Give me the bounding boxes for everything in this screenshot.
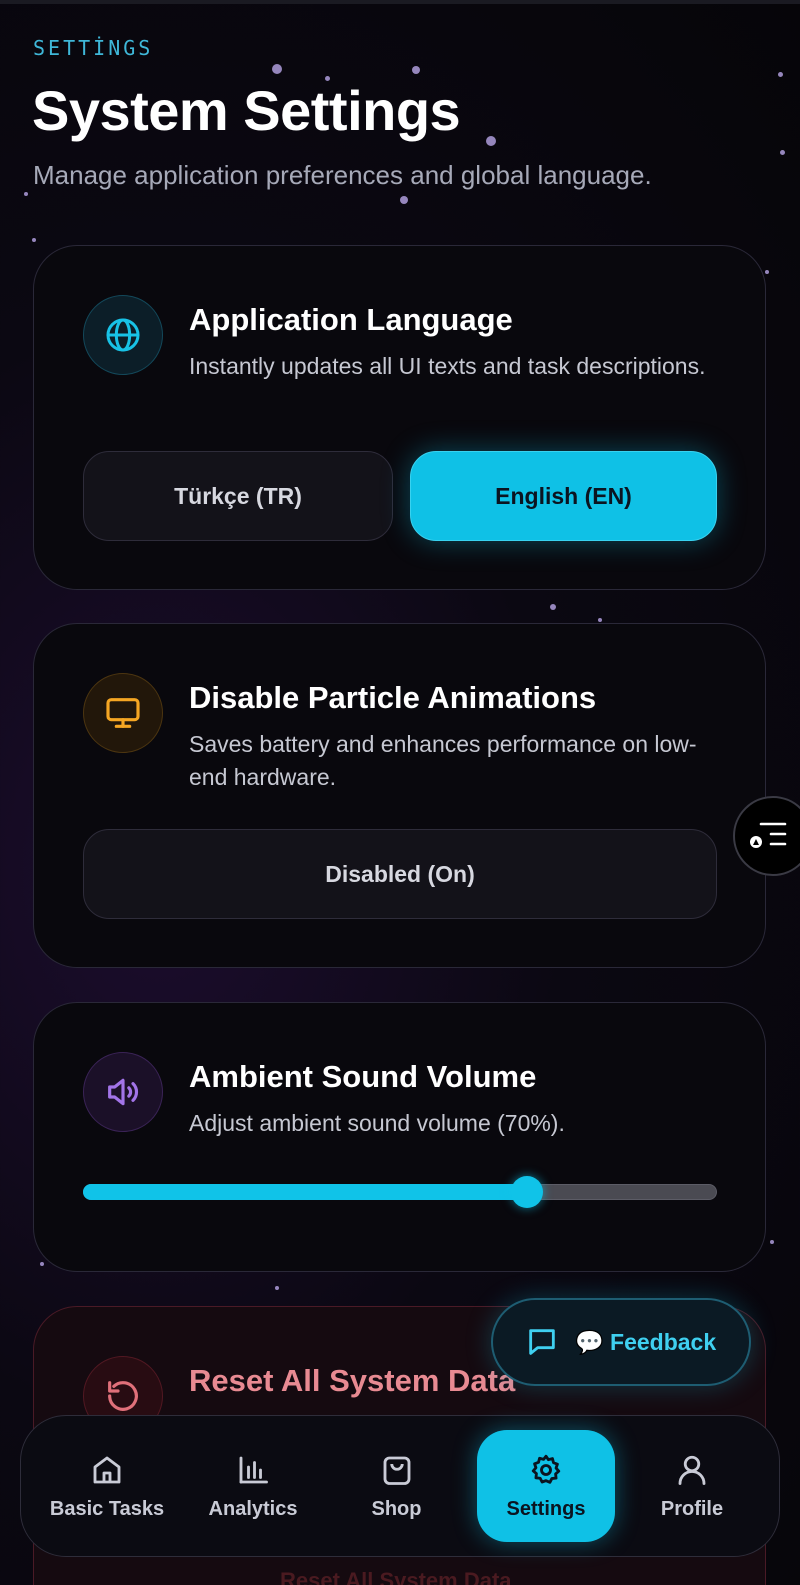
language-card-title: Application Language bbox=[189, 302, 513, 337]
sound-card-title: Ambient Sound Volume bbox=[189, 1059, 537, 1094]
shopping-bag-icon bbox=[383, 1456, 410, 1485]
language-option-turkish-button[interactable]: Türkçe (TR) bbox=[83, 451, 393, 541]
gear-icon bbox=[531, 1454, 561, 1484]
particle bbox=[412, 66, 420, 74]
particle bbox=[40, 1262, 44, 1266]
language-option-english-button[interactable]: English (EN) bbox=[410, 451, 717, 541]
particle bbox=[765, 270, 769, 274]
feedback-label: 💬 Feedback bbox=[575, 1328, 717, 1355]
filter-list-icon bbox=[750, 822, 787, 848]
globe-icon bbox=[106, 318, 140, 352]
monitor-icon bbox=[106, 698, 140, 728]
particles-card-title: Disable Particle Animations bbox=[189, 680, 597, 715]
nav-item-basic-tasks[interactable]: Basic Tasks bbox=[41, 1430, 173, 1542]
particles-toggle-label: Disabled (On) bbox=[325, 860, 475, 887]
particle bbox=[778, 72, 783, 77]
reset-button-label[interactable]: Reset All System Data bbox=[280, 1568, 512, 1585]
page-title: System Settings bbox=[32, 79, 461, 142]
nav-item-label: Analytics bbox=[208, 1497, 298, 1520]
nav-item-profile[interactable]: Profile bbox=[637, 1430, 747, 1542]
user-icon bbox=[678, 1455, 706, 1485]
bottom-nav: Basic Tasks Analytics Shop Settings Prof… bbox=[20, 1415, 780, 1557]
nav-item-label: Basic Tasks bbox=[49, 1497, 165, 1520]
nav-item-label: Settings bbox=[506, 1497, 586, 1520]
volume-slider-fill bbox=[83, 1184, 527, 1200]
language-card-description: Instantly updates all UI texts and task … bbox=[189, 353, 706, 379]
nav-item-label: Profile bbox=[660, 1497, 724, 1520]
home-icon bbox=[93, 1456, 121, 1483]
particle bbox=[275, 1286, 279, 1290]
globe-icon-badge bbox=[83, 295, 163, 375]
bar-chart-icon bbox=[239, 1456, 268, 1483]
particle bbox=[24, 192, 28, 196]
nav-item-analytics[interactable]: Analytics bbox=[193, 1430, 313, 1542]
sound-card: Ambient Sound Volume Adjust ambient soun… bbox=[33, 1002, 766, 1272]
particle bbox=[550, 604, 556, 610]
volume-slider[interactable] bbox=[83, 1176, 717, 1208]
particle bbox=[272, 64, 282, 74]
nav-item-settings[interactable]: Settings bbox=[477, 1430, 615, 1542]
particle bbox=[486, 136, 496, 146]
page-subtitle: Manage application preferences and globa… bbox=[33, 160, 652, 190]
particles-card: Disable Particle Animations Saves batter… bbox=[33, 623, 766, 968]
particles-card-description: Saves battery and enhances performance o… bbox=[189, 731, 697, 790]
nav-item-shop[interactable]: Shop bbox=[339, 1430, 454, 1542]
particle bbox=[770, 1240, 774, 1244]
language-option-label: English (EN) bbox=[495, 482, 632, 509]
reset-card-title: Reset All System Data bbox=[189, 1363, 516, 1398]
particles-toggle-button[interactable]: Disabled (On) bbox=[83, 829, 717, 919]
feedback-button[interactable]: 💬 Feedback bbox=[491, 1298, 751, 1386]
particle bbox=[780, 150, 785, 155]
speaker-icon bbox=[108, 1078, 139, 1106]
speaker-icon-badge bbox=[83, 1052, 163, 1132]
section-eyebrow: SETTİNGS bbox=[33, 36, 154, 60]
volume-slider-thumb[interactable] bbox=[510, 1176, 543, 1208]
language-card: Application Language Instantly updates a… bbox=[33, 245, 766, 590]
particle bbox=[598, 618, 602, 622]
chat-bubble-icon bbox=[529, 1329, 555, 1355]
language-option-label: Türkçe (TR) bbox=[174, 482, 302, 509]
reset-icon bbox=[108, 1381, 138, 1411]
monitor-icon-badge bbox=[83, 673, 163, 753]
particle bbox=[400, 196, 408, 204]
particle bbox=[32, 238, 36, 242]
nav-item-label: Shop bbox=[371, 1497, 422, 1520]
sound-card-description: Adjust ambient sound volume (70%). bbox=[189, 1110, 565, 1136]
top-edge bbox=[0, 0, 800, 4]
